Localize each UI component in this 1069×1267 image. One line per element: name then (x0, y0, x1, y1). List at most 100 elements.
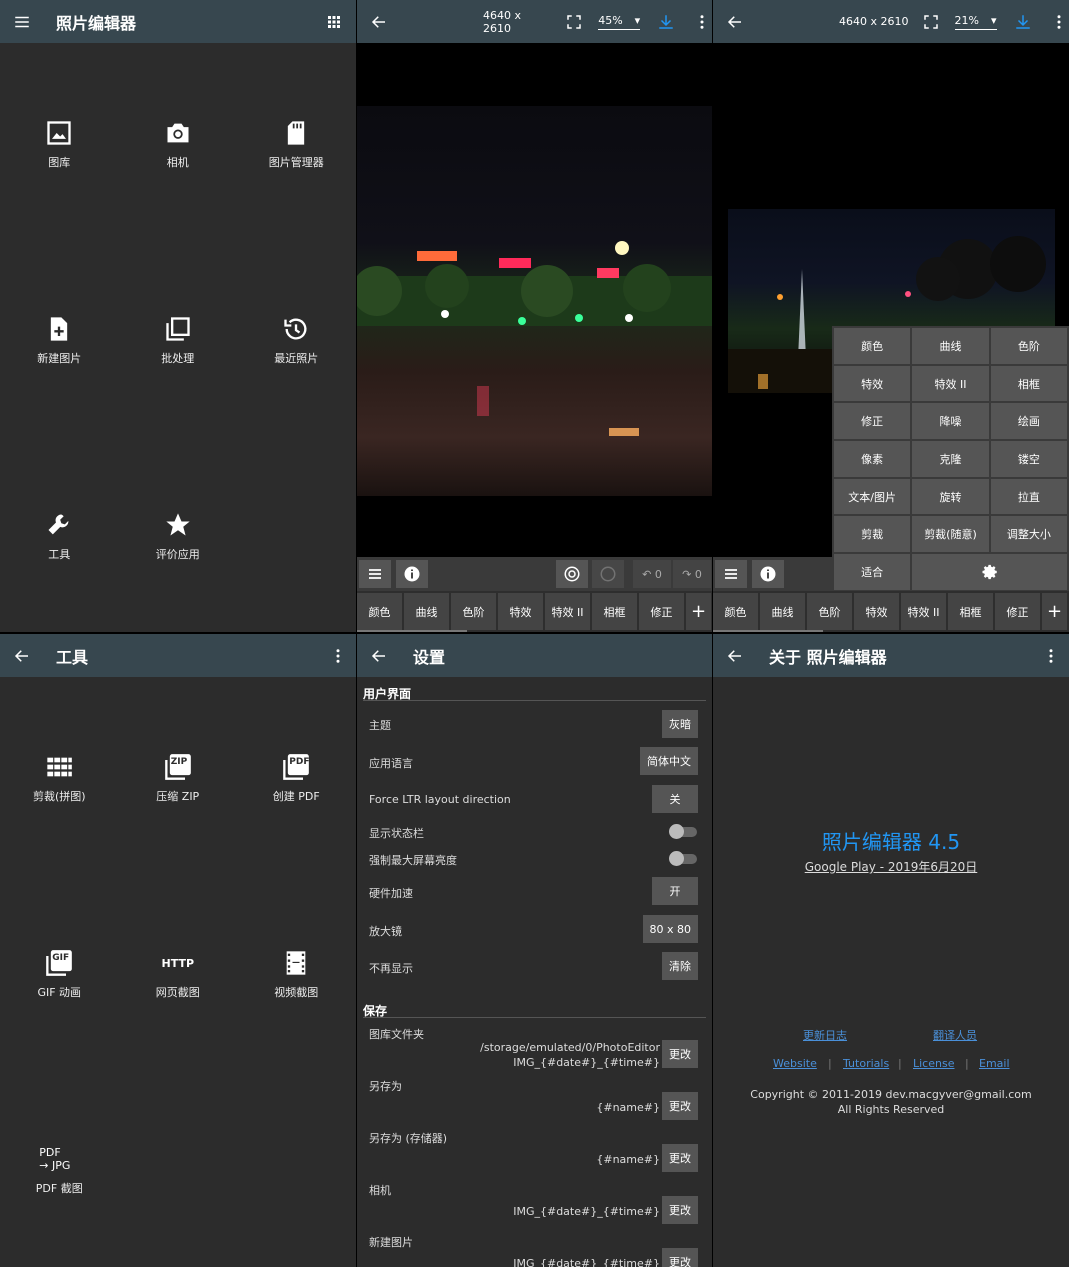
menu-item-resize[interactable]: 调整大小 (990, 516, 1067, 553)
menu-item-paint[interactable]: 绘画 (990, 403, 1067, 440)
undo-button[interactable]: ↶ 0 (633, 560, 671, 588)
menu-item-color[interactable]: 颜色 (834, 328, 911, 364)
new-image-button[interactable]: 新建图片 (0, 314, 119, 366)
tools-button[interactable]: 工具 (0, 510, 119, 562)
zoom-select[interactable]: 21% ▾ (954, 14, 997, 30)
menu-item-effects-2[interactable]: 特效 II (912, 365, 989, 402)
more-vert-icon[interactable] (328, 646, 348, 666)
history-off-icon[interactable] (592, 560, 624, 588)
photo-night-plaza[interactable] (357, 106, 712, 496)
license-link[interactable]: License (913, 1057, 954, 1070)
camera-button[interactable]: 相机 (119, 118, 238, 170)
editor-panel-1: 4640 x 2610 45% ▾ ↶ 0 ↷ 0 颜色 曲线 色阶 特效 特效 … (357, 0, 712, 632)
video-capture-button[interactable]: 视频截图 (237, 948, 356, 1000)
tab-effects[interactable]: 特效 (498, 593, 543, 630)
hamburger-button[interactable] (359, 560, 391, 588)
menu-item-fit[interactable]: 适合 (834, 554, 911, 590)
tab-levels[interactable]: 色阶 (807, 593, 852, 630)
editor-tab-bar-2: 颜色 曲线 色阶 特效 特效 II 相框 修正 + (713, 591, 1069, 632)
menu-item-rotate[interactable]: 旋转 (912, 478, 989, 515)
menu-item-levels[interactable]: 色阶 (990, 328, 1067, 364)
hamburger-button[interactable] (715, 560, 747, 588)
magnifier-select[interactable]: 80 x 80 (642, 915, 698, 943)
menu-item-clone[interactable]: 克隆 (912, 441, 989, 477)
add-tab-button[interactable]: + (686, 593, 711, 630)
menu-item-frame[interactable]: 相框 (990, 365, 1067, 402)
add-tab-button[interactable]: + (1042, 593, 1067, 630)
download-icon[interactable] (656, 12, 676, 32)
menu-item-denoise[interactable]: 降噪 (912, 403, 989, 440)
pdf-to-jpg-button[interactable]: PDF → JPG PDF 截图 (0, 1144, 119, 1196)
ltr-select[interactable]: 关 (652, 785, 698, 813)
star-icon (163, 510, 193, 540)
fullscreen-icon[interactable] (564, 12, 584, 32)
batch-button[interactable]: 批处理 (119, 314, 238, 366)
gif-button[interactable]: GIF GIF 动画 (0, 948, 119, 1000)
back-arrow-icon[interactable] (12, 646, 32, 666)
info-icon[interactable] (752, 560, 784, 588)
fullscreen-icon[interactable] (921, 12, 941, 32)
back-arrow-icon[interactable] (725, 12, 745, 32)
zip-button[interactable]: ZIP 压缩 ZIP (119, 752, 238, 804)
website-link[interactable]: Website (773, 1057, 817, 1070)
menu-item-curves[interactable]: 曲线 (912, 328, 989, 364)
more-vert-icon[interactable] (692, 12, 712, 32)
menu-item-cutout[interactable]: 镂空 (990, 441, 1067, 477)
release-date-link[interactable]: Google Play - 2019年6月20日 (713, 858, 1069, 875)
tab-frame[interactable]: 相框 (592, 593, 637, 630)
tab-effects[interactable]: 特效 (854, 593, 899, 630)
clear-button[interactable]: 清除 (662, 952, 698, 980)
tutorials-link[interactable]: Tutorials (843, 1057, 889, 1070)
menu-item-straighten[interactable]: 拉直 (990, 478, 1067, 515)
menu-item-text-image[interactable]: 文本/图片 (834, 478, 911, 515)
email-link[interactable]: Email (979, 1057, 1010, 1070)
apps-grid-icon[interactable] (324, 12, 344, 32)
tab-frame[interactable]: 相框 (948, 593, 993, 630)
recent-photos-button[interactable]: 最近照片 (237, 314, 356, 366)
changelog-link[interactable]: 更新日志 (803, 1027, 847, 1043)
new-image-change-button[interactable]: 更改 (662, 1248, 698, 1267)
back-arrow-icon[interactable] (369, 646, 389, 666)
menu-item-crop-free[interactable]: 剪裁(随意) (912, 516, 989, 553)
info-icon[interactable] (396, 560, 428, 588)
save-as-change-button[interactable]: 更改 (662, 1092, 698, 1120)
tab-curves[interactable]: 曲线 (404, 593, 449, 630)
menu-settings-button[interactable] (912, 554, 1067, 590)
menu-icon[interactable] (12, 12, 32, 32)
download-icon[interactable] (1013, 12, 1033, 32)
camera-change-button[interactable]: 更改 (662, 1196, 698, 1224)
menu-item-correct[interactable]: 修正 (834, 403, 911, 440)
statusbar-toggle[interactable] (669, 824, 697, 839)
tab-correct[interactable]: 修正 (639, 593, 684, 630)
crop-collage-button[interactable]: 剪裁(拼图) (0, 752, 119, 804)
tab-effects-2[interactable]: 特效 II (545, 593, 590, 630)
menu-item-crop[interactable]: 剪裁 (834, 516, 911, 553)
back-arrow-icon[interactable] (725, 646, 745, 666)
redo-button[interactable]: ↷ 0 (673, 560, 711, 588)
image-manager-button[interactable]: 图片管理器 (237, 118, 356, 170)
menu-item-effects[interactable]: 特效 (834, 365, 911, 402)
zoom-select[interactable]: 45% ▾ (598, 14, 641, 30)
more-vert-icon[interactable] (1049, 12, 1069, 32)
brightness-toggle[interactable] (669, 851, 697, 866)
tab-color[interactable]: 颜色 (713, 593, 758, 630)
more-vert-icon[interactable] (1041, 646, 1061, 666)
theme-select[interactable]: 灰暗 (662, 710, 698, 738)
tab-levels[interactable]: 色阶 (451, 593, 496, 630)
create-pdf-button[interactable]: PDF 创建 PDF (237, 752, 356, 804)
tab-effects-2[interactable]: 特效 II (901, 593, 946, 630)
tab-color[interactable]: 颜色 (357, 593, 402, 630)
gallery-change-button[interactable]: 更改 (662, 1040, 698, 1068)
web-capture-button[interactable]: HTTP 网页截图 (119, 948, 238, 1000)
language-select[interactable]: 简体中文 (640, 747, 698, 775)
compare-icon[interactable] (556, 560, 588, 588)
save-as-storage-change-button[interactable]: 更改 (662, 1144, 698, 1172)
back-arrow-icon[interactable] (369, 12, 389, 32)
translators-link[interactable]: 翻译人员 (933, 1027, 977, 1043)
rate-app-button[interactable]: 评价应用 (119, 510, 238, 562)
hw-accel-select[interactable]: 开 (652, 877, 698, 905)
gallery-button[interactable]: 图库 (0, 118, 119, 170)
tab-correct[interactable]: 修正 (995, 593, 1040, 630)
tab-curves[interactable]: 曲线 (760, 593, 805, 630)
menu-item-pixel[interactable]: 像素 (834, 441, 911, 477)
